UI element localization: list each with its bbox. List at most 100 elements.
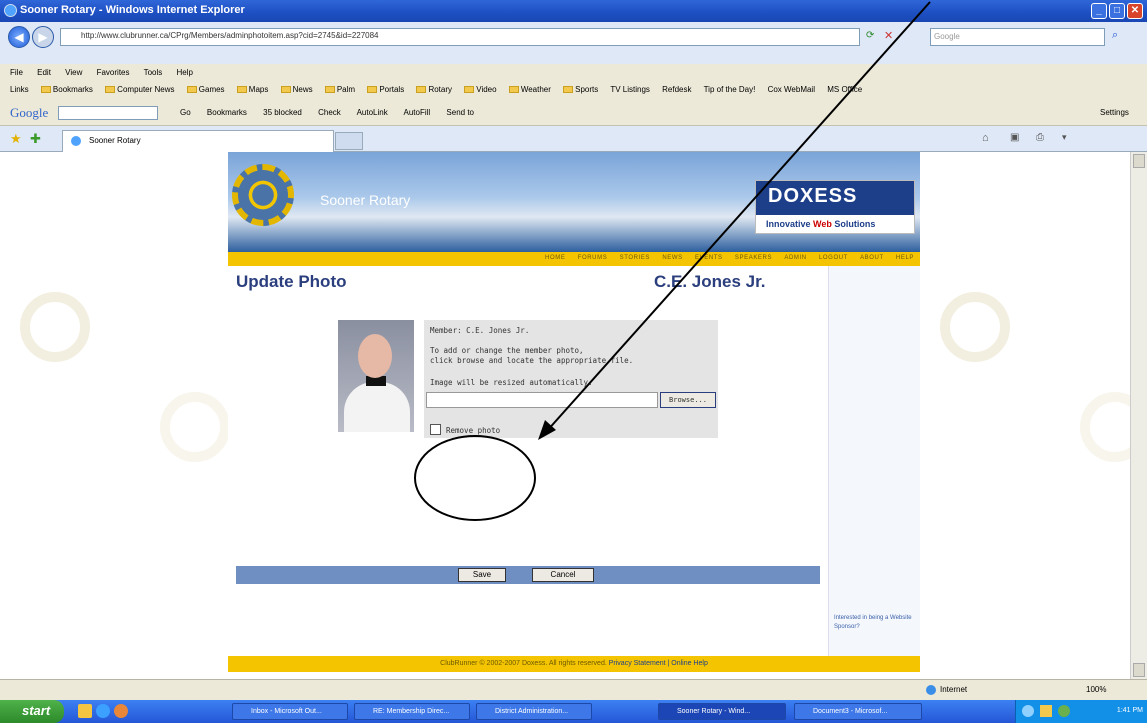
page-title: Update Photo [236, 272, 347, 291]
autolink-button[interactable]: AutoLink [357, 108, 388, 117]
search-icon[interactable]: ⌕ [1112, 29, 1118, 42]
link-weather[interactable]: Weather [508, 85, 551, 94]
browse-button[interactable]: Browse... [660, 392, 716, 408]
menu-view[interactable]: View [65, 68, 82, 77]
link-refdesk[interactable]: Refdesk [662, 85, 691, 94]
google-bookmarks-button[interactable]: Bookmarks [207, 108, 247, 117]
nav-home[interactable]: HOME [545, 255, 565, 261]
sponsor-column [828, 266, 920, 656]
forward-button[interactable]: ▶ [32, 26, 54, 48]
nav-speakers[interactable]: SPEAKERS [735, 255, 772, 261]
close-button[interactable]: ✕ [1127, 3, 1143, 19]
sponsor-link[interactable]: Interested in being a Website Sponsor? [834, 614, 918, 632]
new-tab-button[interactable] [335, 132, 363, 150]
stop-icon[interactable]: ✕ [884, 29, 893, 42]
link-computer-news[interactable]: Computer News [105, 85, 175, 94]
menu-tools[interactable]: Tools [144, 68, 163, 77]
doxess-name: DOXESS [756, 181, 914, 215]
task-re-membership[interactable]: RE: Membership Direc... [354, 703, 470, 720]
task-word-document[interactable]: Document3 - Microsof... [794, 703, 922, 720]
scroll-up-button[interactable] [1133, 154, 1145, 168]
link-sports[interactable]: Sports [563, 85, 598, 94]
menu-favorites[interactable]: Favorites [97, 68, 130, 77]
link-portals[interactable]: Portals [367, 85, 404, 94]
folder-icon [367, 86, 378, 94]
task-sooner-rotary[interactable]: Sooner Rotary - Wind... [658, 703, 786, 720]
zoom-level[interactable]: 100% [1086, 685, 1106, 694]
link-cox-webmail[interactable]: Cox WebMail [768, 85, 815, 94]
google-go-button[interactable]: Go [180, 108, 191, 117]
member-photo [338, 320, 414, 432]
rotary-wheel-logo [232, 164, 294, 226]
print-icon[interactable]: ⎙ [1036, 132, 1044, 143]
footer-links[interactable]: Privacy Statement | Online Help [609, 660, 708, 667]
spell-check-button[interactable]: Check [318, 108, 341, 117]
member-label: Member: C.E. Jones Jr. [430, 326, 530, 335]
vertical-scrollbar[interactable] [1130, 152, 1147, 679]
autofill-button[interactable]: AutoFill [403, 108, 430, 117]
link-tip-of-the-day[interactable]: Tip of the Day! [704, 85, 756, 94]
refresh-icon[interactable]: ⟳ [866, 30, 874, 41]
nav-events[interactable]: EVENTS [695, 255, 723, 261]
nav-help[interactable]: HELP [896, 255, 914, 261]
window-title: Sooner Rotary - Windows Internet Explore… [20, 4, 245, 16]
save-button[interactable]: Save [458, 568, 506, 582]
menu-help[interactable]: Help [177, 68, 193, 77]
address-row: ◀ ▶ http://www.clubrunner.ca/CPrg/Member… [0, 22, 1147, 64]
doxess-tagline: Innovative Web Solutions [766, 219, 876, 229]
menu-edit[interactable]: Edit [37, 68, 51, 77]
quicklaunch-icon[interactable] [78, 704, 92, 718]
photo-file-input[interactable] [426, 392, 658, 408]
link-news[interactable]: News [280, 85, 313, 94]
task-outlook[interactable]: Inbox - Microsoft Out... [232, 703, 348, 720]
add-favorites-icon[interactable]: ✚ [30, 131, 41, 147]
link-ms-office[interactable]: MS Office [827, 85, 862, 94]
link-bookmarks[interactable]: Bookmarks [40, 85, 93, 94]
link-games[interactable]: Games [186, 85, 225, 94]
maximize-button[interactable]: □ [1109, 3, 1125, 19]
cancel-button[interactable]: Cancel [532, 568, 594, 582]
tray-icon[interactable] [1058, 705, 1070, 717]
address-bar[interactable]: http://www.clubrunner.ca/CPrg/Members/ad… [60, 28, 860, 46]
remove-photo-checkbox[interactable] [430, 424, 441, 435]
link-video[interactable]: Video [464, 85, 497, 94]
page-menu-icon[interactable]: ▾ [1062, 132, 1067, 143]
tab-sooner-rotary[interactable]: Sooner Rotary [62, 130, 334, 152]
menu-file[interactable]: File [10, 68, 23, 77]
globe-icon [926, 685, 936, 695]
link-palm[interactable]: Palm [324, 85, 355, 94]
network-icon[interactable] [1022, 705, 1034, 717]
scroll-down-button[interactable] [1133, 663, 1145, 677]
link-rotary[interactable]: Rotary [416, 85, 452, 94]
page-viewport: Sooner Rotary DOXESS Innovative Web Solu… [0, 152, 1130, 679]
feeds-icon[interactable]: ▣ [1010, 132, 1019, 143]
nav-news[interactable]: NEWS [662, 255, 682, 261]
nav-stories[interactable]: STORIES [620, 255, 650, 261]
folder-icon [105, 86, 116, 94]
ie-quicklaunch-icon[interactable] [96, 704, 110, 718]
minimize-button[interactable]: _ [1091, 3, 1107, 19]
start-button[interactable]: start [0, 700, 64, 723]
nav-forums[interactable]: FORUMS [578, 255, 608, 261]
favorites-star-icon[interactable]: ★ [10, 131, 22, 147]
google-toolbar: Google Go Bookmarks 35 blocked Check Aut… [0, 100, 1147, 126]
doxess-logo[interactable]: DOXESS Innovative Web Solutions [755, 180, 915, 234]
nav-about[interactable]: ABOUT [860, 255, 884, 261]
remove-photo-label: Remove photo [446, 426, 501, 435]
task-district-admin[interactable]: District Administration... [476, 703, 592, 720]
site-banner: Sooner Rotary DOXESS Innovative Web Solu… [228, 152, 920, 252]
quicklaunch-icon[interactable] [114, 704, 128, 718]
tray-icon[interactable] [1040, 705, 1052, 717]
back-button[interactable]: ◀ [8, 26, 30, 48]
send-to-button[interactable]: Send to [446, 108, 474, 117]
search-input[interactable]: Google [930, 28, 1105, 46]
popup-blocked-button[interactable]: 35 blocked [263, 108, 302, 117]
link-maps[interactable]: Maps [236, 85, 268, 94]
link-tv-listings[interactable]: TV Listings [610, 85, 650, 94]
nav-admin[interactable]: ADMIN [784, 255, 806, 261]
google-search-input[interactable] [58, 106, 158, 120]
nav-logout[interactable]: LOGOUT [819, 255, 848, 261]
menu-bar: File Edit View Favorites Tools Help [0, 64, 1147, 82]
home-icon[interactable]: ⌂ [982, 132, 989, 144]
google-settings-button[interactable]: Settings [1100, 108, 1129, 117]
